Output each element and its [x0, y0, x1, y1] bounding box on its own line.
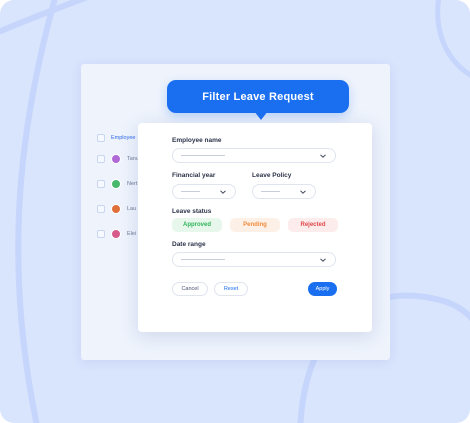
- row-checkbox[interactable]: [97, 230, 105, 238]
- placeholder-line: [181, 259, 225, 260]
- reset-button[interactable]: Reset: [214, 282, 248, 296]
- table-row[interactable]: Elei: [97, 229, 136, 239]
- select-all-checkbox[interactable]: [97, 134, 105, 142]
- financial-year-select[interactable]: [172, 184, 236, 199]
- date-range-label: Date range: [172, 241, 206, 248]
- avatar: [111, 204, 121, 214]
- status-pending-chip[interactable]: Pending: [230, 218, 280, 232]
- employee-name: Lau: [127, 206, 137, 212]
- table-header-row: Employee: [97, 134, 135, 142]
- placeholder-line: [181, 191, 200, 192]
- leave-policy-select[interactable]: [252, 184, 316, 199]
- employee-name-select[interactable]: [172, 148, 336, 163]
- employee-name: Nert: [127, 181, 138, 187]
- avatar: [111, 179, 121, 189]
- chevron-down-icon: [300, 189, 306, 194]
- avatar: [111, 229, 121, 239]
- date-range-select[interactable]: [172, 252, 336, 267]
- apply-button[interactable]: Apply: [308, 282, 337, 296]
- row-checkbox[interactable]: [97, 180, 105, 188]
- employee-name: Elei: [127, 231, 137, 237]
- row-checkbox[interactable]: [97, 205, 105, 213]
- illustration-canvas: Employee Tanu Nert Lau Elei Filter Leave…: [0, 0, 470, 423]
- table-row[interactable]: Lau: [97, 204, 136, 214]
- chevron-down-icon: [320, 257, 326, 262]
- filter-title-tooltip: Filter Leave Request: [167, 80, 349, 113]
- table-row[interactable]: Nert: [97, 179, 137, 189]
- employee-name-label: Employee name: [172, 137, 222, 144]
- column-header-employee: Employee: [111, 135, 136, 141]
- placeholder-line: [181, 155, 225, 156]
- chevron-down-icon: [220, 189, 226, 194]
- leave-policy-label: Leave Policy: [252, 172, 292, 179]
- avatar: [111, 154, 121, 164]
- tooltip-pointer: [254, 111, 268, 120]
- placeholder-line: [261, 191, 280, 192]
- financial-year-label: Financial year: [172, 172, 216, 179]
- filter-leave-dialog: Employee name Financial year Leave Polic…: [138, 123, 372, 332]
- tooltip-title: Filter Leave Request: [202, 90, 314, 103]
- table-row[interactable]: Tanu: [97, 154, 139, 164]
- leave-status-label: Leave status: [172, 208, 212, 215]
- chevron-down-icon: [320, 153, 326, 158]
- row-checkbox[interactable]: [97, 155, 105, 163]
- status-approved-chip[interactable]: Approved: [172, 218, 222, 232]
- cancel-button[interactable]: Cancel: [172, 282, 208, 296]
- status-rejected-chip[interactable]: Rejected: [288, 218, 338, 232]
